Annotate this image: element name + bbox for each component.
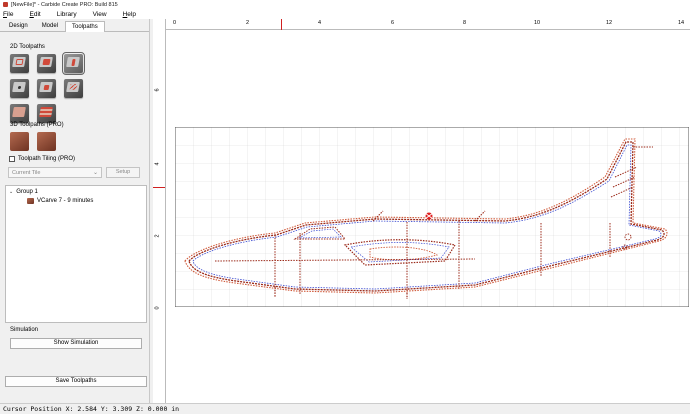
x-tick-label: 4 (318, 20, 322, 26)
y-cursor-marker (153, 187, 165, 188)
tree-group-row[interactable]: ⌄ Group 1 (9, 189, 38, 195)
x-tick-label: 2 (246, 20, 250, 26)
y-tick-label: 6 (154, 88, 161, 92)
crosshair-icon (424, 212, 434, 220)
toolpaths-3d-grid (10, 132, 83, 151)
texture-tool-button[interactable] (64, 79, 83, 98)
x-cursor-marker (281, 19, 282, 30)
menu-edit[interactable]: Edit (30, 11, 49, 18)
group-label: Group 1 (16, 189, 38, 195)
title-bar: [NewFile]* - Carbide Create PRO: Build 8… (0, 0, 690, 9)
menu-view[interactable]: View (93, 11, 115, 18)
menu-bar: File Edit Library View Help (0, 9, 690, 19)
tiling-checkbox-row[interactable]: Toolpath Tiling (PRO) (9, 156, 75, 162)
x-tick-label: 6 (391, 20, 395, 26)
section-2d-toolpaths: 2D Toolpaths (10, 44, 45, 50)
vertical-ruler: 6 4 2 0 (153, 19, 166, 403)
toolpaths-2d-grid (10, 52, 85, 123)
tab-toolpaths[interactable]: Toolpaths (65, 21, 105, 32)
tile-select[interactable]: Current Tile ⌄ (8, 167, 102, 178)
tiling-label: Toolpath Tiling (PRO) (18, 156, 76, 162)
menu-help[interactable]: Help (123, 11, 144, 18)
flat-rough-tool-button[interactable] (10, 104, 29, 123)
menu-file[interactable]: File (3, 11, 22, 18)
x-tick-label: 12 (606, 20, 613, 26)
tree-toolpath-row[interactable]: VCarve 7 - 9 minutes (27, 198, 93, 204)
x-tick-label: 14 (678, 20, 685, 26)
show-simulation-button[interactable]: Show Simulation (10, 338, 142, 349)
app-icon (3, 2, 8, 7)
vcarve-tool-button[interactable] (62, 52, 85, 75)
tab-model[interactable]: Model (35, 20, 65, 31)
pocket-tool-button[interactable] (37, 54, 56, 73)
toolpath-tree: ⌄ Group 1 VCarve 7 - 9 minutes (5, 185, 147, 323)
x-tick-label: 0 (173, 20, 177, 26)
menu-library[interactable]: Library (57, 11, 85, 18)
setup-button[interactable]: Setup (106, 167, 140, 178)
horizontal-ruler: 0 2 4 6 8 10 12 14 (166, 19, 690, 30)
y-tick-label: 0 (154, 306, 161, 310)
toolpath-item-label: VCarve 7 - 9 minutes (37, 198, 94, 204)
simulation-label: Simulation (10, 327, 39, 333)
contour-tool-button[interactable] (10, 54, 29, 73)
drill-tool-button[interactable] (10, 79, 29, 98)
x-tick-label: 10 (534, 20, 541, 26)
window-title: [NewFile]* - Carbide Create PRO: Build 8… (11, 1, 118, 8)
advanced-vcarve-tool-button[interactable] (37, 79, 56, 98)
tiling-checkbox[interactable] (9, 156, 15, 162)
chevron-down-icon: ⌄ (92, 170, 98, 176)
save-toolpaths-button[interactable]: Save Toolpaths (5, 376, 147, 387)
3d-rough-tool-button[interactable] (10, 132, 29, 151)
tab-design[interactable]: Design (2, 20, 35, 31)
chevron-down-icon[interactable]: ⌄ (9, 189, 13, 195)
x-tick-label: 8 (463, 20, 467, 26)
vcarve-icon (27, 198, 34, 204)
y-tick-label: 4 (154, 162, 161, 166)
cursor-position-text: Cursor Position X: 2.584 Y: 3.309 Z: 0.0… (3, 405, 180, 413)
stock-area[interactable] (175, 127, 689, 307)
3d-finish-tool-button[interactable] (37, 132, 56, 151)
tile-select-value: Current Tile (12, 170, 41, 176)
left-panel: Design Model Toolpaths 2D Toolpaths 3D T… (0, 19, 150, 403)
mode-tabs: Design Model Toolpaths (0, 19, 149, 32)
section-3d-toolpaths: 3D Toolpaths (PRO) (10, 122, 64, 128)
status-bar: Cursor Position X: 2.584 Y: 3.309 Z: 0.0… (0, 403, 690, 414)
y-tick-label: 2 (154, 234, 161, 238)
chamfer-tool-button[interactable] (37, 104, 56, 123)
